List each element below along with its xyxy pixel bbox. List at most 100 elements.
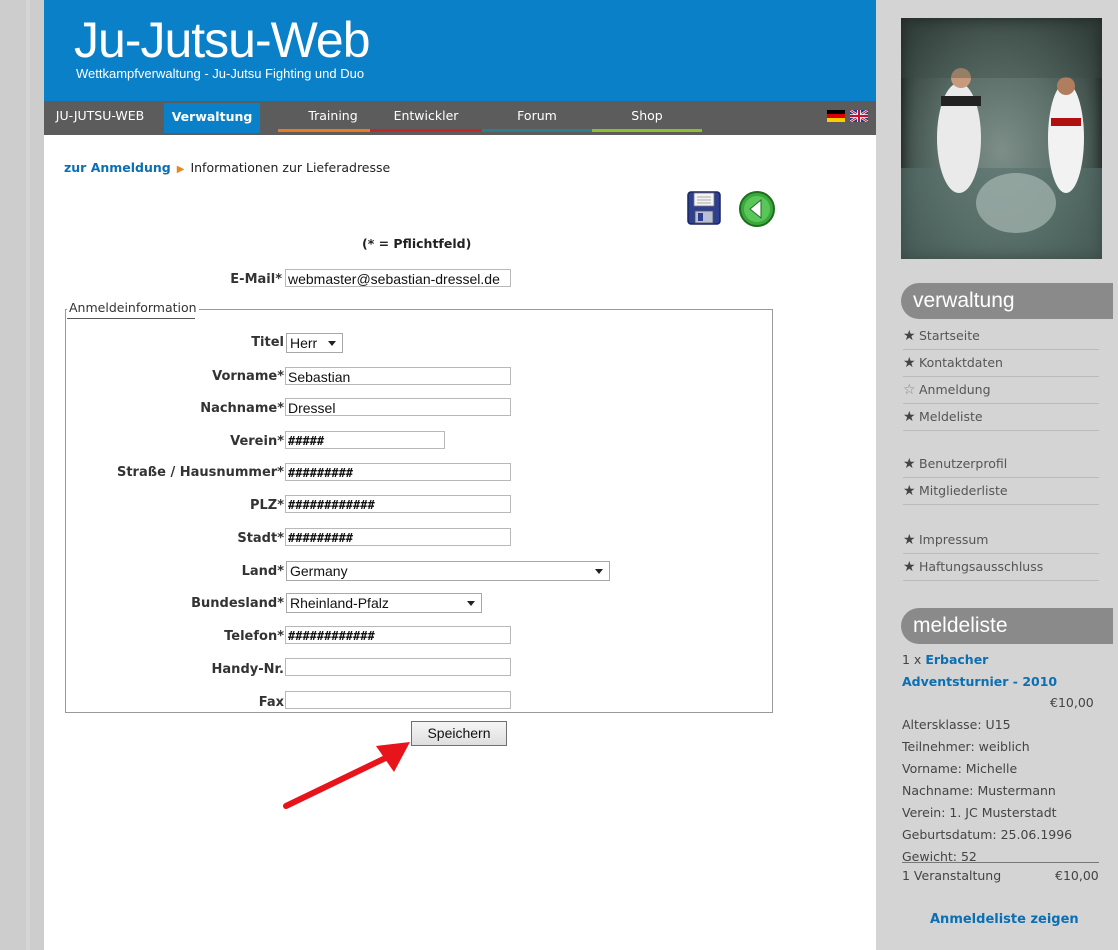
star-icon: ★	[903, 559, 916, 575]
bundesland-label: Bundesland*	[191, 596, 284, 611]
stadt-label: Stadt*	[237, 531, 284, 546]
sidebar-item-meldeliste[interactable]: ★ Meldeliste	[903, 404, 1099, 431]
uk-flag-icon[interactable]	[850, 110, 868, 122]
plz-field[interactable]: ############	[285, 495, 511, 513]
sidebar-item-label: Anmeldung	[919, 382, 991, 397]
breadcrumb: zur Anmeldung ▶ Informationen zur Lieferad…	[64, 160, 390, 175]
sidebar-item-label: Meldeliste	[919, 409, 983, 424]
star-icon: ★	[903, 409, 916, 425]
handy-field[interactable]	[285, 658, 511, 676]
nav-item-home[interactable]: JU-JUTSU-WEB	[50, 101, 150, 135]
bundesland-value: Rheinland-Pfalz	[290, 595, 389, 611]
meldeliste-panel-title: meldeliste	[901, 608, 1113, 644]
star-icon: ★	[903, 456, 916, 472]
handy-label: Handy-Nr.	[211, 662, 284, 677]
star-icon: ★	[903, 483, 916, 499]
star-icon: ★	[903, 532, 916, 548]
nav-underline-forum	[482, 129, 592, 132]
sidebar-item-label: Haftungsausschluss	[919, 559, 1044, 574]
nav-label-shop: Shop	[631, 108, 663, 123]
nachname-label: Nachname*	[200, 401, 284, 416]
red-arrow-annotation	[280, 732, 430, 812]
entry-count: 1 x	[902, 652, 922, 667]
email-field[interactable]: webmaster@sebastian-dressel.de	[285, 269, 511, 287]
star-outline-icon: ☆	[903, 382, 916, 398]
fieldset-legend: Anmeldeinformation	[67, 300, 199, 315]
back-arrow-icon[interactable]	[738, 190, 776, 228]
meldeliste-divider	[902, 862, 1099, 863]
bundesland-select[interactable]: Rheinland-Pfalz	[286, 593, 482, 613]
summary-label: 1 Veranstaltung	[902, 868, 1002, 883]
land-label: Land*	[241, 564, 284, 579]
sidebar-item-impressum[interactable]: ★ Impressum	[903, 527, 1099, 554]
detail-teilnehmer: Teilnehmer: weiblich	[902, 739, 1030, 754]
event-link[interactable]: Erbacher	[925, 652, 988, 667]
entry-price: €10,00	[1050, 695, 1094, 710]
strasse-label: Straße / Hausnummer*	[116, 465, 284, 480]
detail-geburtsdatum: Geburtsdatum: 25.06.1996	[902, 827, 1073, 842]
sidebar-item-haftungsausschluss[interactable]: ★ Haftungsausschluss	[903, 554, 1099, 581]
star-icon: ★	[903, 355, 916, 371]
nav-label-forum: Forum	[517, 108, 557, 123]
de-flag-icon[interactable]	[827, 110, 845, 122]
nav-item-forum[interactable]: Forum	[482, 101, 592, 135]
sidebar-item-label: Mitgliederliste	[919, 483, 1008, 498]
nav-underline-shop	[592, 129, 702, 132]
verein-label: Verein*	[230, 434, 284, 449]
sidebar-item-label: Impressum	[919, 532, 989, 547]
event-link-line2[interactable]: Adventsturnier - 2010	[902, 674, 1057, 689]
site-logo[interactable]: Ju-Jutsu-Web	[74, 12, 371, 68]
nav-underline-entwickler	[370, 129, 482, 132]
sidebar-item-label: Benutzerprofil	[919, 456, 1008, 471]
required-field-note: (* = Pflichtfeld)	[362, 236, 472, 251]
nav-item-verwaltung[interactable]: Verwaltung	[164, 103, 260, 133]
sidebar-item-label: Kontaktdaten	[919, 355, 1003, 370]
verwaltung-panel-title: verwaltung	[901, 283, 1113, 319]
left-divider	[26, 0, 30, 950]
star-icon: ★	[903, 328, 916, 344]
chevron-down-icon	[328, 341, 336, 346]
nav-label-entwickler: Entwickler	[393, 108, 459, 123]
chevron-down-icon	[595, 569, 603, 574]
ju-jutsu-fighters-photo	[901, 18, 1102, 259]
show-registration-list-link[interactable]: Anmeldeliste zeigen	[930, 912, 1079, 927]
meldeliste-entry-line1: 1 x Erbacher	[902, 652, 988, 667]
breadcrumb-current: Informationen zur Lieferadresse	[190, 160, 391, 175]
vorname-field[interactable]: Sebastian	[285, 367, 511, 385]
sidebar-item-benutzerprofil[interactable]: ★ Benutzerprofil	[903, 451, 1099, 478]
land-select[interactable]: Germany	[286, 561, 610, 581]
sidebar-item-kontaktdaten[interactable]: ★ Kontaktdaten	[903, 350, 1099, 377]
nav-item-shop[interactable]: Shop	[592, 101, 702, 135]
stadt-field[interactable]: #########	[285, 528, 511, 546]
titel-label: Titel	[251, 335, 284, 350]
legend-underline	[67, 318, 195, 319]
site-tagline: Wettkampfverwaltung - Ju-Jutsu Fighting …	[76, 66, 365, 81]
telefon-label: Telefon*	[224, 629, 284, 644]
sidebar-item-mitgliederliste[interactable]: ★ Mitgliederliste	[903, 478, 1099, 505]
telefon-field[interactable]: ############	[285, 626, 511, 644]
breadcrumb-link[interactable]: zur Anmeldung	[64, 160, 171, 175]
floppy-disk-icon[interactable]	[686, 190, 722, 226]
nav-item-entwickler[interactable]: Entwickler	[370, 101, 482, 135]
land-value: Germany	[290, 563, 348, 579]
nachname-field[interactable]: Dressel	[285, 398, 511, 416]
main-nav: JU-JUTSU-WEB Verwaltung Training Entwick…	[44, 101, 876, 135]
verein-field[interactable]: #####	[285, 431, 445, 449]
vorname-label: Vorname*	[212, 369, 284, 384]
strasse-field[interactable]: #########	[285, 463, 511, 481]
sidebar-item-startseite[interactable]: ★ Startseite	[903, 323, 1099, 350]
titel-select[interactable]: Herr	[286, 333, 343, 353]
detail-nachname: Nachname: Mustermann	[902, 783, 1056, 798]
breadcrumb-arrow-icon: ▶	[176, 164, 185, 175]
detail-vorname: Vorname: Michelle	[902, 761, 1018, 776]
sidebar-item-label: Startseite	[919, 328, 980, 343]
fax-label: Fax	[258, 695, 284, 710]
fax-field[interactable]	[285, 691, 511, 709]
sidebar-item-anmeldung[interactable]: ☆ Anmeldung	[903, 377, 1099, 404]
email-label: E-Mail*	[230, 272, 282, 287]
left-margin	[0, 0, 44, 950]
titel-value: Herr	[290, 335, 318, 351]
nav-label-training: Training	[308, 108, 358, 123]
chevron-down-icon	[467, 601, 475, 606]
plz-label: PLZ*	[249, 498, 284, 513]
